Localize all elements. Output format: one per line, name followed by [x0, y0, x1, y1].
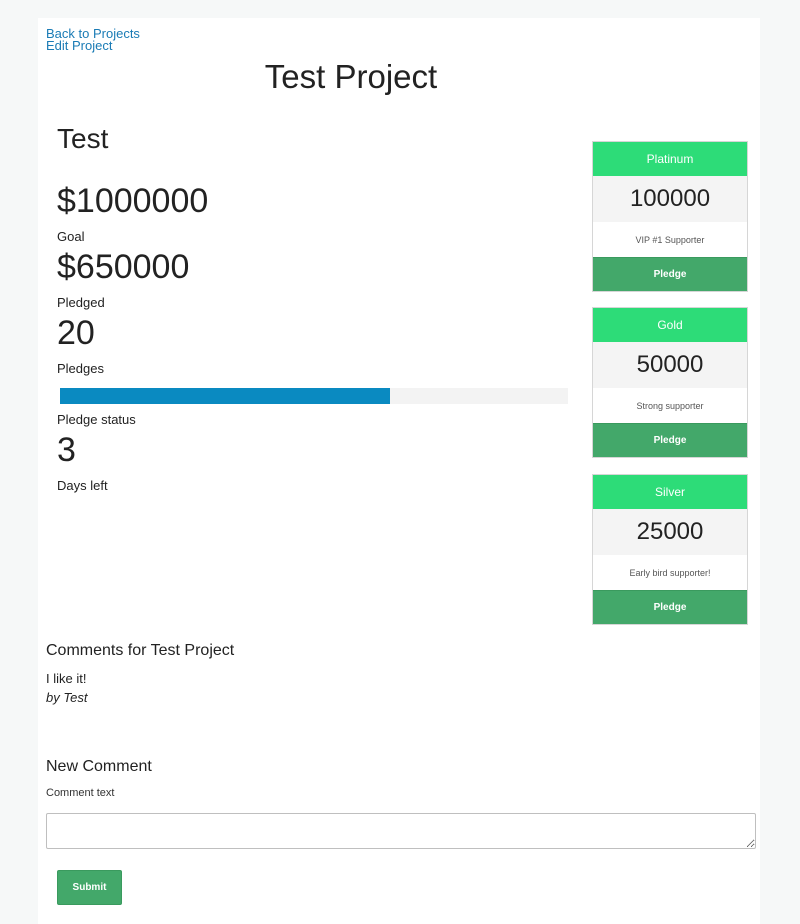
comment-author: by Test [46, 690, 88, 705]
reward-amount: 25000 [593, 509, 747, 555]
comments-heading: Comments for Test Project [46, 642, 235, 659]
page-container: Back to Projects Edit Project Test Proje… [38, 18, 760, 924]
pledge-status-label: Pledge status [57, 412, 136, 427]
pledge-button-gold[interactable]: Pledge [593, 423, 747, 457]
pledged-value: $650000 [57, 248, 190, 286]
goal-label: Goal [57, 229, 85, 244]
reward-amount: 50000 [593, 342, 747, 388]
comment-text-label: Comment text [46, 787, 115, 799]
pledge-button-silver[interactable]: Pledge [593, 590, 747, 624]
edit-project-link[interactable]: Edit Project [46, 39, 112, 52]
days-left-label: Days left [57, 478, 108, 493]
days-left-value: 3 [57, 431, 76, 469]
reward-description: VIP #1 Supporter [635, 234, 705, 245]
pledged-label: Pledged [57, 295, 105, 310]
comment-text: I like it! [46, 671, 87, 686]
reward-description: Early bird supporter! [629, 567, 711, 578]
pledge-progress-bar [60, 388, 568, 404]
pledges-label: Pledges [57, 361, 104, 376]
reward-card-silver: Silver 25000 Early bird supporter! Pledg… [592, 474, 748, 625]
reward-description: Strong supporter [636, 400, 704, 411]
reward-name: Silver [593, 475, 747, 509]
goal-value: $1000000 [57, 182, 209, 220]
comment-text-input[interactable] [46, 813, 756, 849]
reward-name: Platinum [593, 142, 747, 176]
submit-button[interactable]: Submit [57, 870, 122, 905]
reward-card-platinum: Platinum 100000 VIP #1 Supporter Pledge [592, 141, 748, 292]
reward-card-gold: Gold 50000 Strong supporter Pledge [592, 307, 748, 458]
pledges-count: 20 [57, 314, 95, 352]
project-name: Test [57, 123, 109, 154]
page-title: Test Project [264, 58, 438, 95]
reward-name: Gold [593, 308, 747, 342]
reward-amount: 100000 [593, 176, 747, 222]
pledge-progress-fill [60, 388, 391, 404]
new-comment-heading: New Comment [46, 758, 152, 775]
pledge-button-platinum[interactable]: Pledge [593, 257, 747, 291]
